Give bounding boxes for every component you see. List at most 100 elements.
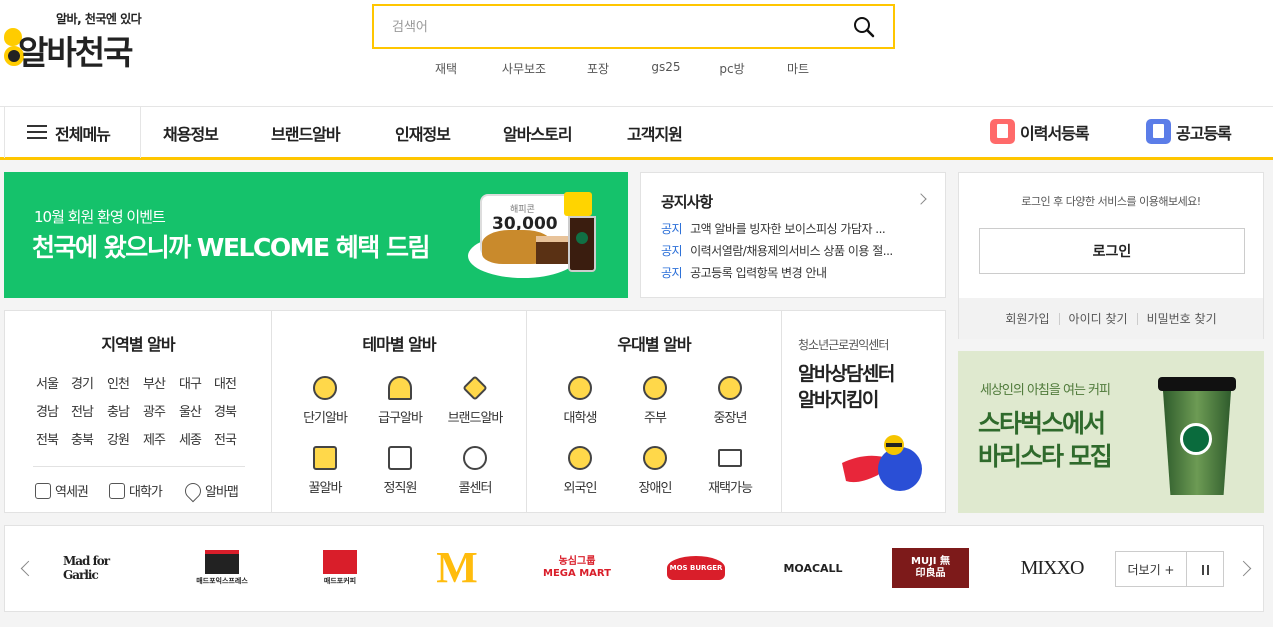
theme-label: 단기알바 [303,411,348,426]
clock-icon [313,376,337,400]
brand-logo[interactable]: 매드포익스프레스 [189,548,255,588]
divider [1058,312,1060,325]
senior-icon [718,376,742,400]
region-link[interactable]: 전국 [212,429,238,448]
region-title: 지역별 알바 [101,335,175,354]
theme-title: 테마별 알바 [362,335,436,354]
logo-name: 알바천국 [18,33,133,72]
find-password-link[interactable]: 비밀번호 찾기 [1147,310,1217,327]
brand-logo[interactable]: 농심그룹 MEGA MART [535,548,619,588]
notice-item[interactable]: 공지 공고등록 입력항목 변경 안내 [661,264,927,281]
region-link[interactable]: 서울 [34,373,60,392]
event-banner[interactable]: 10월 회원 환영 이벤트 천국에 왔으니까 WELCOME 혜택 드림 해피콘… [4,172,628,298]
region-link[interactable]: 부산 [141,373,167,392]
campus-link[interactable]: 대학가 [109,481,163,500]
resume-register-label: 이력서등록 [1020,123,1090,143]
region-link[interactable]: 경기 [69,373,95,392]
theme-section: 테마별 알바 단기알바 급구알바 브랜드알바 꿀알바 정직원 콜센터 [272,311,527,512]
starbucks-title-line2: 바리스타 모집 [978,442,1113,471]
notice-item[interactable]: 공지 이력서열람/채용제의서비스 상품 이용 절... [661,242,927,259]
find-id-link[interactable]: 아이디 찾기 [1069,310,1128,327]
theme-item[interactable]: 단기알바 [291,373,359,426]
theme-item[interactable]: 급구알바 [366,373,434,426]
keyword-link[interactable]: 재택 [414,60,478,80]
region-link[interactable]: 광주 [141,401,167,420]
theme-item[interactable]: 정직원 [366,443,434,496]
chevron-right-icon[interactable] [915,193,927,205]
benefit-label: 외국인 [563,481,598,496]
carousel-next-icon[interactable] [1235,560,1252,577]
notice-title[interactable]: 공지사항 [661,191,713,212]
region-link[interactable]: 인천 [105,373,131,392]
keyword-link[interactable]: pc방 [706,60,758,80]
region-link[interactable]: 강원 [105,429,131,448]
starbucks-subtitle: 세상인의 아침을 여는 커피 [980,383,1111,398]
carousel-prev-icon[interactable] [20,560,37,577]
search-icon[interactable] [853,16,875,38]
keyword-link[interactable]: 마트 [758,60,838,80]
benefit-item[interactable]: 중장년 [696,373,764,426]
region-link[interactable]: 울산 [177,401,203,420]
theme-item[interactable]: 꿀알바 [291,443,359,496]
brand-logo[interactable]: MUJI 無印良品 [892,548,969,588]
region-link[interactable]: 대구 [177,373,203,392]
notice-tag: 공지 [661,244,683,258]
login-message: 로그인 후 다양한 서비스를 이용해보세요! [1021,195,1201,208]
benefit-item[interactable]: 재택가능 [696,443,764,496]
notice-item[interactable]: 공지 고액 알바를 빙자한 보이스피싱 가담자 ... [661,220,927,237]
starbucks-logo-icon [1180,423,1212,455]
region-link[interactable]: 충남 [105,401,131,420]
keyword-link[interactable]: gs25 [626,60,706,80]
brand-logo[interactable]: 매드포커피 [315,548,365,588]
popular-keywords: 재택 사무보조 포장 gs25 pc방 마트 [414,60,838,80]
carousel-pause-button[interactable] [1186,551,1224,587]
resume-icon [990,119,1015,144]
region-link[interactable]: 대전 [212,373,238,392]
signup-link[interactable]: 회원가입 [1005,310,1049,327]
benefit-item[interactable]: 외국인 [546,443,614,496]
brand-mark-icon [205,550,239,574]
wheelchair-icon [643,446,667,470]
region-link[interactable]: 세종 [177,429,203,448]
benefit-item[interactable]: 대학생 [546,373,614,426]
brand-logo[interactable]: Mad for Garlic [63,548,147,588]
theme-label: 급구알바 [378,411,423,426]
region-link[interactable]: 경북 [212,401,238,420]
region-link[interactable]: 제주 [141,429,167,448]
site-logo[interactable]: 알바, 천국엔 있다 알바천국 [4,8,174,72]
keyword-link[interactable]: 사무보조 [478,60,570,80]
brand-name: MOACALL [783,561,843,575]
nav-item-jobs[interactable]: 채용정보 [163,121,219,145]
nav-item-support[interactable]: 고객지원 [627,121,683,145]
all-menu-button[interactable]: 전체메뉴 [4,107,141,158]
brand-logo[interactable]: M [417,546,497,590]
benefit-item[interactable]: 주부 [621,373,689,426]
login-button[interactable]: 로그인 [979,228,1245,274]
nav-item-story[interactable]: 알바스토리 [503,121,573,145]
notice-tag: 공지 [661,222,683,236]
cup-lid-image [1158,377,1236,391]
resume-register-button[interactable]: 이력서등록 [990,119,1090,144]
subway-link[interactable]: 역세권 [35,481,89,500]
starbucks-banner[interactable]: 세상인의 아침을 여는 커피 스타벅스에서 바리스타 모집 [958,351,1264,513]
job-map-link[interactable]: 알바맵 [181,479,239,502]
brand-logo[interactable]: MOACALL [775,548,851,588]
nav-item-talent[interactable]: 인재정보 [395,121,451,145]
more-brands-button[interactable]: 더보기 + [1115,551,1187,587]
theme-item[interactable]: 브랜드알바 [441,373,509,426]
post-ad-button[interactable]: 공고등록 [1146,119,1232,144]
counsel-center-banner[interactable]: 청소년근로권익센터 알바상담센터 알바지킴이 [782,311,945,512]
benefit-item[interactable]: 장애인 [621,443,689,496]
region-link[interactable]: 전북 [34,429,60,448]
theme-item[interactable]: 콜센터 [441,443,509,496]
brand-name: MOS BURGER [666,556,726,580]
nav-item-brand[interactable]: 브랜드알바 [271,121,341,145]
brand-logo[interactable]: MIXXO [1011,548,1093,588]
brand-logo[interactable]: MOS BURGER [666,548,726,588]
search-input[interactable] [392,16,832,38]
region-link[interactable]: 충북 [69,429,95,448]
region-link[interactable]: 경남 [34,401,60,420]
counsel-title: 알바상담센터 알바지킴이 [798,361,895,413]
keyword-link[interactable]: 포장 [570,60,626,80]
region-link[interactable]: 전남 [69,401,95,420]
